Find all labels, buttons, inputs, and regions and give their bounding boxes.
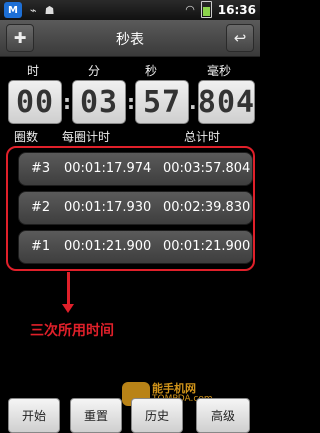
- lap-count-header: 圈数: [14, 130, 39, 144]
- lap-index: #2: [31, 200, 51, 215]
- total-time-header: 总计时: [184, 130, 221, 144]
- seconds-digits: 57: [135, 80, 189, 124]
- hours-digits: 00: [8, 80, 62, 124]
- history-button[interactable]: 历史: [131, 398, 183, 433]
- lap-total: 00:03:57.804: [163, 161, 251, 176]
- wifi-icon: ◠: [185, 3, 195, 16]
- bottom-toolbar: 开始 重置 历史 高级: [0, 396, 260, 433]
- android-icon: ☗: [44, 3, 55, 17]
- lap-row[interactable]: #3 00:01:17.974 00:03:57.804: [18, 152, 253, 186]
- status-time: 16:36: [217, 2, 256, 17]
- lap-time: 00:01:17.930: [64, 200, 152, 215]
- lap-headers: 圈数 每圈计时 总计时: [0, 128, 260, 144]
- seconds-label: 秒: [144, 64, 157, 78]
- annotation-text: 三次所用时间: [30, 323, 114, 339]
- lap-row[interactable]: #2 00:01:17.930 00:02:39.830: [18, 191, 253, 225]
- lap-row[interactable]: #1 00:01:21.900 00:01:21.900: [18, 230, 253, 264]
- lap-index: #3: [31, 161, 51, 176]
- lap-time: 00:01:17.974: [64, 161, 152, 176]
- separator: :: [127, 90, 135, 114]
- lap-time: 00:01:21.900: [64, 239, 152, 254]
- reset-button[interactable]: 重置: [70, 398, 122, 433]
- start-button[interactable]: 开始: [8, 398, 60, 433]
- lap-time-header: 每圈计时: [62, 130, 111, 144]
- page-title: 秒表: [116, 32, 144, 48]
- separator: :: [63, 90, 71, 114]
- app-badge: M: [4, 2, 22, 18]
- title-bar: ✚ 秒表 ↩: [0, 20, 260, 57]
- separator: .: [189, 90, 197, 114]
- clock-unit-labels: 时 分 秒 毫秒: [0, 62, 260, 78]
- minutes-label: 分: [87, 64, 100, 78]
- advanced-button[interactable]: 高级: [196, 398, 250, 433]
- minutes-digits: 03: [72, 80, 126, 124]
- milliseconds-label: 毫秒: [206, 64, 231, 78]
- annotation-arrow-head: [62, 304, 74, 313]
- annotation-arrow: [67, 272, 70, 306]
- lap-index: #1: [31, 239, 51, 254]
- milliseconds-digits: 804: [198, 80, 255, 124]
- lap-total: 00:01:21.900: [163, 239, 251, 254]
- hours-label: 时: [26, 64, 39, 78]
- status-bar: M ⌁ ☗ ◠ 16:36: [0, 0, 260, 20]
- stopwatch-display: 00 : 03 : 57 . 804: [8, 80, 255, 124]
- lap-highlight-frame: #3 00:01:17.974 00:03:57.804 #2 00:01:17…: [6, 146, 255, 271]
- lap-total: 00:02:39.830: [163, 200, 251, 215]
- usb-icon: ⌁: [30, 3, 37, 17]
- back-icon[interactable]: ↩: [226, 24, 254, 52]
- battery-icon: [200, 1, 212, 18]
